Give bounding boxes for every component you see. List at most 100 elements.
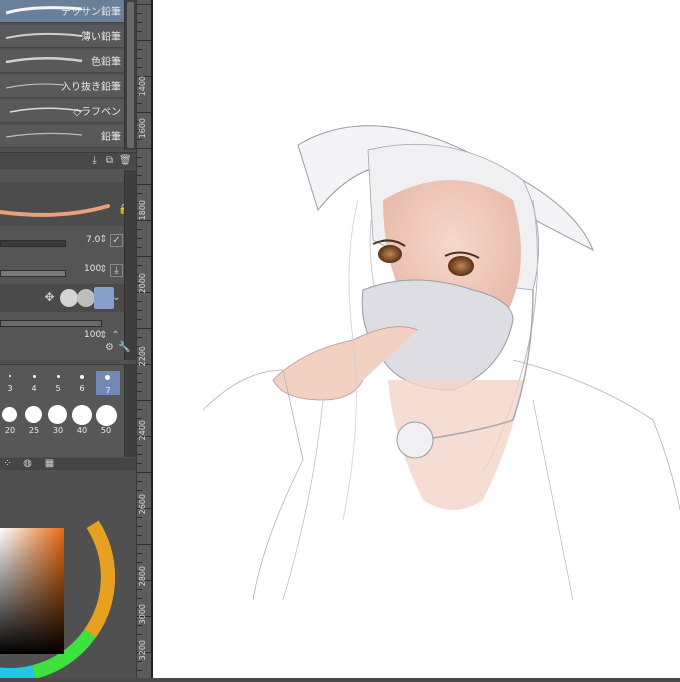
brush-label: 鉛筆 [101,132,121,143]
ruler-tick [137,445,142,446]
size-palette-scrollbar[interactable] [124,365,136,457]
soft-tip-icon[interactable] [77,289,95,307]
ruler-tick [137,49,142,50]
wrench-icon[interactable]: 🔧 [118,342,130,353]
size-dot [9,375,11,377]
ruler-tick [137,544,151,545]
settings-wrench-icon[interactable]: ⚙ [104,342,115,353]
ruler-tick [137,328,151,329]
ruler-tick [137,58,142,59]
size-label: 30 [52,426,64,435]
size-dot [25,406,42,423]
density-slider-fill [1,321,101,326]
brush-item-rough-pen[interactable]: ◇ラフペン [0,100,124,123]
brush-list-footer: ⤓ ⧉ 🗑 [0,152,136,169]
ruler-tick [137,238,142,239]
brush-item-light-pencil[interactable]: 薄い鉛筆 [0,25,124,48]
collar-device [396,421,434,459]
ruler-tick [137,40,151,41]
brush-label: 色鉛筆 [91,57,121,68]
size-cell-selected[interactable]: 7 [96,371,120,395]
size-label: 3 [7,384,13,393]
brush-item-pencil[interactable]: 鉛筆 [0,125,124,148]
size-cell[interactable]: 20 [0,405,20,435]
scrollbar-thumb[interactable] [127,2,134,148]
ruler-tick [137,454,142,455]
left-eye [378,245,402,263]
brush-list: デッサン鉛筆 薄い鉛筆 色鉛筆 入り抜き鉛筆 ◇ラフペン 鉛筆 [0,0,136,152]
ruler-label: 3000 [138,604,147,625]
ruler-tick [137,4,151,5]
brush-size-slider[interactable] [0,240,66,247]
ruler-label: 2600 [138,494,147,515]
download-icon[interactable]: ⤓ [89,155,100,166]
stepper-icon[interactable]: ⇕ [98,234,109,245]
brush-list-scrollbar[interactable] [124,0,136,150]
ruler-tick [137,598,142,599]
ruler-tick [137,301,142,302]
ruler-tick [137,382,142,383]
ruler-label: 2800 [138,566,147,587]
left-panel: デッサン鉛筆 薄い鉛筆 色鉛筆 入り抜き鉛筆 ◇ラフペン 鉛筆 ⤓ ⧉ 🗑 7.… [0,0,136,678]
ruler-tick [137,418,142,419]
pressure-icon[interactable]: ✓ [110,234,123,247]
chevron-down-icon[interactable]: ⌄ [111,292,122,303]
ruler-tick [137,265,142,266]
ruler-tick [137,247,142,248]
round-tip-icon[interactable] [60,289,78,307]
size-cell[interactable]: 4 [24,371,44,393]
size-cell[interactable]: 40 [72,405,92,435]
size-cell[interactable]: 25 [24,405,44,435]
color-wheel[interactable] [0,472,136,678]
copy-icon[interactable]: ⧉ [104,155,115,166]
property-scrollbar[interactable] [124,170,136,360]
stepper-icon[interactable]: ⇕ [98,264,109,275]
brush-label: ◇ラフペン [73,107,121,118]
grid-icon[interactable]: ▦ [44,458,55,469]
opacity-slider[interactable] [0,270,66,277]
ruler-tick [137,175,142,176]
ruler-tick [137,562,142,563]
ruler-tick [137,463,142,464]
ruler-label: 1400 [138,76,147,97]
size-label: 25 [28,426,40,435]
brush-item-taper-pencil[interactable]: 入り抜き鉛筆 [0,75,124,98]
ruler-tick [137,256,151,257]
trash-icon[interactable]: 🗑 [119,155,132,166]
chevron-up-icon[interactable]: ⌃ [110,330,121,341]
brush-size-palette: 3 4 5 6 7 20 25 30 40 50 [0,364,136,457]
ruler-tick [137,661,142,662]
circle-icon[interactable]: ◍ [22,458,33,469]
drawing-canvas[interactable] [151,0,680,678]
ruler-tick [137,472,151,473]
brush-stroke-preview [5,132,83,138]
ruler-tick [137,553,142,554]
dots-icon[interactable]: ⁘ [2,458,13,469]
size-label: 50 [100,426,112,435]
size-dot [57,375,60,378]
ruler-tick [137,139,142,140]
stepper-icon[interactable]: ⇕ [98,330,109,341]
brush-item-color-pencil[interactable]: 色鉛筆 [0,50,124,73]
size-cell[interactable]: 30 [48,405,68,435]
size-cell[interactable]: 6 [72,371,92,393]
tip-dots-icon[interactable]: ✥ [44,291,55,303]
color-wheel-panel [0,472,136,678]
brush-item-dessan-pencil[interactable]: デッサン鉛筆 [0,0,124,23]
density-slider[interactable] [0,320,102,327]
brush-label: 入り抜き鉛筆 [61,82,121,93]
download-icon[interactable]: ⤓ [110,264,123,277]
size-cell[interactable]: 3 [0,371,20,393]
ruler-tick [137,634,142,635]
size-cell[interactable]: 50 [96,405,117,435]
tool-property-panel: 🔒 7.0 ⇕ ✓ 100 ⇕ ⤓ ✥ ⌄ 100 ⇕ ⌃ ⚙ 🔧 [0,170,136,360]
size-label: 5 [55,384,61,393]
ruler-tick [137,625,142,626]
ruler-label: 2000 [138,273,147,294]
ruler-tick [137,67,142,68]
size-label: 20 [4,426,16,435]
size-dot [72,405,92,425]
size-cell[interactable]: 5 [48,371,68,393]
brush-stroke-preview [5,32,83,39]
ruler-tick [137,481,142,482]
